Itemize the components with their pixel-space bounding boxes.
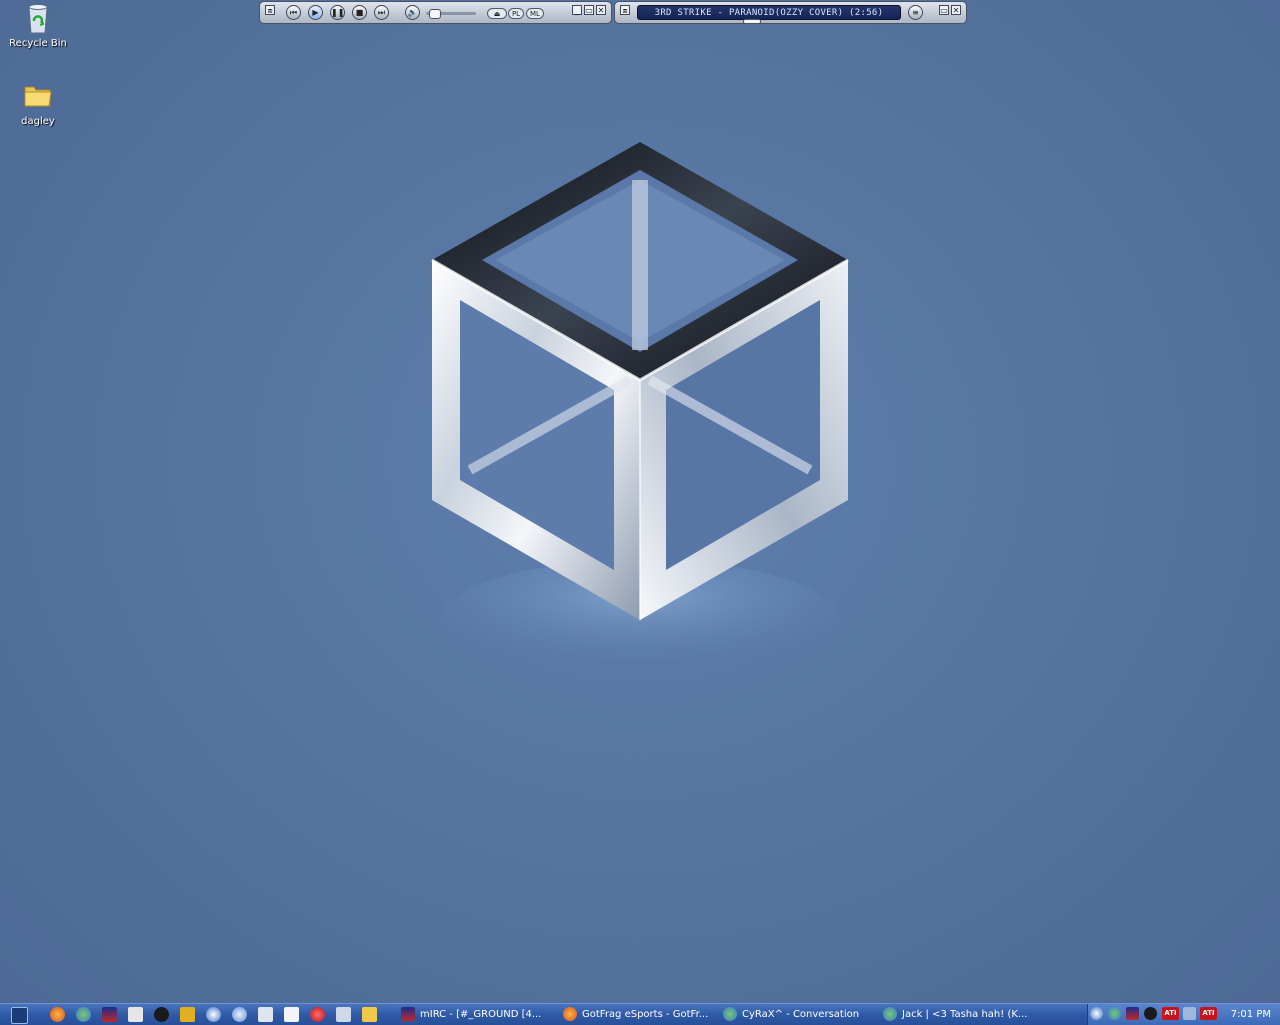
minimize-icon[interactable]: _ xyxy=(572,5,582,15)
counter-strike-icon[interactable] xyxy=(128,1007,143,1022)
security-icon[interactable] xyxy=(1183,1007,1196,1020)
apple-icon[interactable] xyxy=(310,1007,325,1022)
media-library-toggle-button[interactable]: ML xyxy=(526,8,544,19)
messenger-icon[interactable] xyxy=(232,1007,247,1022)
task-button-conversation-cyrax[interactable]: CyRaX^ - Conversation xyxy=(723,1005,878,1024)
mirc-icon xyxy=(401,1007,415,1021)
msn-tray-icon[interactable] xyxy=(1108,1007,1121,1020)
task-label: GotFrag eSports - GotFr... xyxy=(582,1009,709,1020)
msn-icon[interactable] xyxy=(76,1007,91,1022)
eject-button[interactable]: ⏏ xyxy=(487,8,507,19)
folder-icon xyxy=(21,80,55,114)
ati-icon[interactable]: ATI xyxy=(1162,1007,1179,1020)
pause-icon[interactable]: ❚❚ xyxy=(330,5,345,20)
volume-icon: 🔈 xyxy=(405,5,420,20)
close-icon[interactable]: ✕ xyxy=(951,5,961,15)
mirc-tray-icon[interactable] xyxy=(1126,1007,1139,1020)
seek-bar-thumb[interactable] xyxy=(743,19,761,24)
list-menu-icon[interactable]: ≡ xyxy=(908,5,923,20)
winamp-title-window[interactable]: ⧈ 3RD STRIKE - PARANOID(OZZY COVER) (2:5… xyxy=(614,1,967,24)
steam-tray-icon[interactable] xyxy=(1144,1007,1157,1020)
winamp-menu-icon[interactable]: ⧈ xyxy=(265,5,275,15)
task-button-mirc[interactable]: mIRC - [#_GROUND [4... xyxy=(401,1005,557,1024)
play-icon[interactable]: ▶ xyxy=(308,5,323,20)
task-button-conversation-jack[interactable]: Jack | <3 Tasha hah! (K... xyxy=(883,1005,1043,1024)
show-desktop-icon[interactable] xyxy=(11,1007,28,1024)
desktop-icon-recycle-bin[interactable]: Recycle Bin xyxy=(0,2,76,49)
task-label: Jack | <3 Tasha hah! (K... xyxy=(902,1009,1028,1020)
volume-slider-thumb[interactable] xyxy=(429,9,441,19)
steam-icon[interactable] xyxy=(154,1007,169,1022)
desktop-icon-label: dagley xyxy=(21,116,55,127)
winamp-icon[interactable] xyxy=(284,1007,299,1022)
stop-icon[interactable]: ■ xyxy=(352,5,367,20)
close-icon[interactable]: ✕ xyxy=(596,5,606,15)
system-tray: ATI ATI 7:01 PM xyxy=(1087,1004,1280,1025)
winamp-menu-icon[interactable]: ⧈ xyxy=(620,5,630,15)
recycle-bin-icon xyxy=(21,2,55,36)
shade-icon[interactable]: ▭ xyxy=(939,5,949,15)
folder-icon[interactable] xyxy=(362,1007,377,1022)
next-icon[interactable]: ⏭ xyxy=(374,5,389,20)
ati-icon[interactable]: ATI xyxy=(1200,1007,1217,1020)
firefox-icon[interactable] xyxy=(50,1007,65,1022)
clock[interactable]: 7:01 PM xyxy=(1231,1004,1271,1025)
task-label: CyRaX^ - Conversation xyxy=(742,1009,860,1020)
desktop-icon-folder[interactable]: dagley xyxy=(0,80,76,127)
media-player-icon[interactable] xyxy=(206,1007,221,1022)
task-button-firefox[interactable]: GotFrag eSports - GotFr... xyxy=(563,1005,718,1024)
song-title-display: 3RD STRIKE - PARANOID(OZZY COVER) (2:56) xyxy=(637,5,901,20)
desktop-icon-label: Recycle Bin xyxy=(9,38,67,49)
chat-icon[interactable] xyxy=(336,1007,351,1022)
volume-slider[interactable] xyxy=(426,9,476,19)
task-label: mIRC - [#_GROUND [4... xyxy=(420,1009,542,1020)
firefox-icon xyxy=(563,1007,577,1021)
taskbar: mIRC - [#_GROUND [4... GotFrag eSports -… xyxy=(0,1003,1280,1025)
shade-icon[interactable]: ▭ xyxy=(584,5,594,15)
cube-wallpaper-image xyxy=(431,142,849,660)
playlist-toggle-button[interactable]: PL xyxy=(508,8,524,19)
network-icon[interactable] xyxy=(1090,1007,1103,1020)
msn-icon xyxy=(883,1007,897,1021)
tools-icon[interactable] xyxy=(180,1007,195,1022)
previous-icon[interactable]: ⏮ xyxy=(286,5,301,20)
winamp-main-window[interactable]: ⧈ ⏮ ▶ ❚❚ ■ ⏭ 🔈 ⏏ PL ML _ ▭ ✕ xyxy=(259,1,612,24)
notepad-icon[interactable] xyxy=(258,1007,273,1022)
mirc-icon[interactable] xyxy=(102,1007,117,1022)
msn-icon xyxy=(723,1007,737,1021)
